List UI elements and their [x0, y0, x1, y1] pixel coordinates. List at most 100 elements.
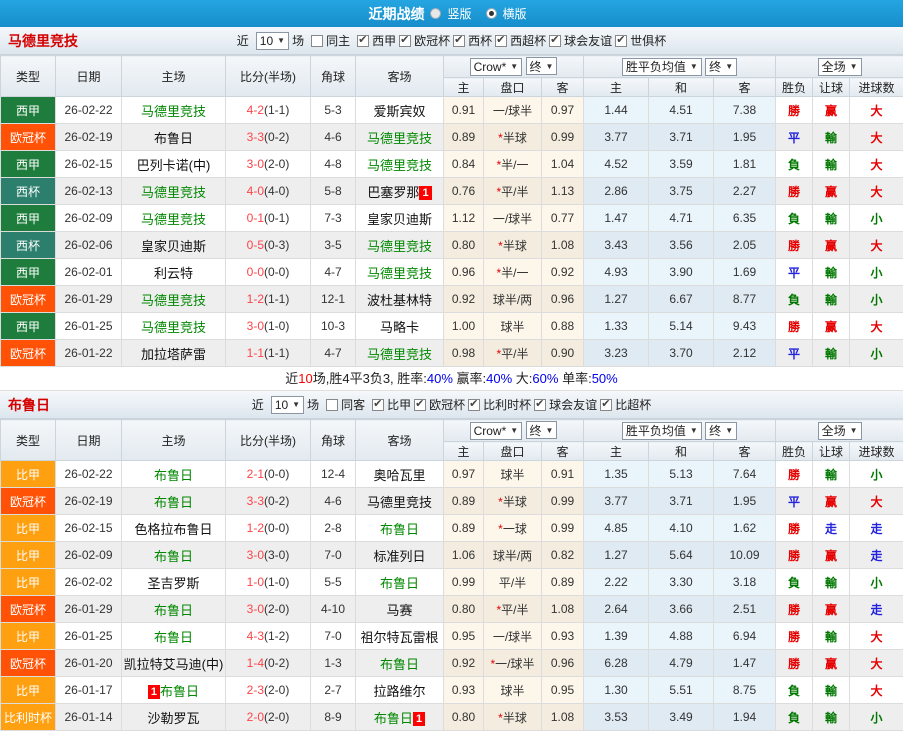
column-header: 主场: [121, 55, 226, 97]
section-bar-brugge: 布鲁日 近10▼场同客比甲欧冠杯比利时杯球会友谊比超杯: [0, 391, 903, 419]
handicap-result-cell: 輸: [812, 676, 851, 704]
scope-select[interactable]: 全场 ▼: [817, 421, 862, 440]
topbar: 近期战绩 竖版 横版: [0, 0, 903, 27]
goals-result-cell: 走: [849, 514, 903, 542]
away-odds-cell: 0.96: [541, 649, 584, 677]
handicap-value: 半/一: [501, 265, 529, 280]
euro-away-odds-cell: 1.47: [712, 649, 777, 677]
column-header: 角球: [310, 419, 356, 461]
section-bar-atletico: 马德里竞技 近10▼场同主西甲欧冠杯西杯西超杯球会友谊世俱杯: [0, 27, 903, 55]
match-date-cell: 26-02-02: [55, 568, 122, 596]
euro-home-odds-cell: 4.85: [583, 514, 649, 542]
euro-stage-select[interactable]: 终 ▼: [705, 57, 738, 76]
match-row: 比甲 26-02-02 圣吉罗斯 1-0(1-0) 5-5 布鲁日 0.99 平/半 0.89 2…: [0, 568, 903, 596]
home-odds-cell: 0.95: [443, 622, 484, 650]
corners-cell: 12-4: [310, 460, 356, 488]
home-team-name: 布鲁日: [153, 494, 193, 510]
home-team-cell: 布鲁日: [121, 460, 226, 488]
full-time-score: 1-4: [246, 656, 264, 670]
match-count-select[interactable]: 10 ▼: [255, 31, 290, 50]
match-row: 欧冠杯 26-01-29 布鲁日 3-0(2-0) 4-10 马赛 0.80 *平/半 1.08…: [0, 595, 903, 623]
euro-draw-odds-cell: 3.56: [648, 231, 714, 259]
league-checkbox[interactable]: [600, 397, 613, 411]
handicap-cell: 球半/两: [483, 285, 542, 313]
league-checkbox[interactable]: [534, 397, 547, 411]
summary-part: 10: [298, 371, 313, 386]
match-count-select[interactable]: 10 ▼: [270, 395, 305, 414]
league-type-cell: 比利时杯: [0, 703, 56, 731]
euro-away-odds-cell: 1.69: [712, 258, 777, 286]
home-team-name: 布鲁日: [160, 683, 200, 699]
vertical-layout-label[interactable]: 竖版: [447, 5, 471, 22]
corners-cell: 10-3: [310, 312, 356, 340]
league-checkbox[interactable]: [468, 397, 481, 411]
near-label: 近: [236, 34, 249, 48]
half-time-score: (0-2): [264, 494, 290, 508]
home-team-cell: 马德里竞技: [121, 285, 226, 313]
home-team-name: 马德里竞技: [140, 211, 206, 227]
euro-stage-select[interactable]: 终 ▼: [705, 421, 738, 440]
match-result-cell: 勝: [775, 622, 814, 650]
home-team-cell: 布鲁日: [121, 541, 226, 569]
euro-odds-select[interactable]: 胜平负均值 ▼: [621, 421, 702, 440]
matches-label: 场: [292, 34, 305, 48]
full-time-score: 1-1: [246, 346, 264, 360]
score-cell: 4-0(4-0): [225, 177, 311, 205]
vertical-layout-radio[interactable]: [430, 8, 442, 19]
half-time-score: (2-0): [264, 683, 290, 697]
handicap-result-cell: 輸: [812, 460, 851, 488]
match-date-cell: 26-02-22: [55, 96, 122, 124]
league-checkbox[interactable]: [399, 33, 412, 47]
same-venue-checkbox[interactable]: [326, 398, 339, 411]
handicap-cell: 一/球半: [483, 204, 542, 232]
league-checkbox-label: 西杯: [468, 34, 493, 48]
league-type-cell: 比甲: [0, 541, 56, 569]
select-value: 全场: [821, 424, 846, 438]
league-checkbox[interactable]: [372, 397, 385, 411]
full-time-score: 2-1: [246, 467, 264, 481]
home-odds-cell: 0.80: [443, 703, 484, 731]
away-team-name: 波杜基林特: [366, 292, 432, 308]
sub-column-header: 胜负: [775, 77, 814, 97]
horizontal-layout-radio[interactable]: [485, 8, 497, 19]
league-type-cell: 比甲: [0, 514, 56, 542]
league-checkbox[interactable]: [615, 33, 628, 47]
league-checkbox[interactable]: [495, 33, 508, 47]
away-team-cell: 马德里竞技: [355, 150, 444, 178]
euro-away-odds-cell: 8.77: [712, 285, 777, 313]
odds-stage-select[interactable]: 终 ▼: [525, 421, 558, 440]
away-team-cell: 布鲁日: [355, 568, 444, 596]
scope-select[interactable]: 全场 ▼: [817, 57, 862, 76]
handicap-cell: *半球: [483, 487, 542, 515]
away-team-cell: 马赛: [355, 595, 444, 623]
corners-cell: 7-0: [310, 622, 356, 650]
same-venue-checkbox[interactable]: [311, 34, 324, 47]
euro-odds-select[interactable]: 胜平负均值 ▼: [621, 57, 702, 76]
match-result-cell: 負: [775, 676, 814, 704]
league-type-cell: 比甲: [0, 622, 56, 650]
league-checkbox[interactable]: [549, 33, 562, 47]
odds-provider-select[interactable]: Crow* ▼: [469, 57, 523, 76]
handicap-result-cell: 輸: [812, 150, 851, 178]
euro-home-odds-cell: 4.52: [583, 150, 649, 178]
euro-odds-header: 胜平负均值 ▼ 终 ▼: [582, 55, 777, 78]
euro-away-odds-cell: 1.81: [712, 150, 777, 178]
euro-draw-odds-cell: 3.30: [648, 568, 714, 596]
handicap-cell: *半球: [483, 231, 542, 259]
horizontal-layout-label[interactable]: 横版: [503, 5, 527, 22]
score-cell: 2-1(0-0): [225, 460, 311, 488]
handicap-value: 球半/两: [492, 548, 533, 563]
euro-draw-odds-cell: 3.90: [648, 258, 714, 286]
home-odds-cell: 0.96: [443, 258, 484, 286]
odds-stage-select[interactable]: 终 ▼: [525, 57, 558, 76]
league-checkbox[interactable]: [357, 33, 370, 47]
home-team-cell: 布鲁日: [121, 622, 226, 650]
home-team-cell: 1 布鲁日: [121, 676, 226, 704]
odds-provider-select[interactable]: Crow* ▼: [469, 421, 523, 440]
euro-home-odds-cell: 1.47: [583, 204, 649, 232]
league-checkbox[interactable]: [453, 33, 466, 47]
euro-draw-odds-cell: 3.75: [648, 177, 714, 205]
league-checkbox[interactable]: [414, 397, 427, 411]
home-team-name: 马德里竞技: [140, 292, 206, 308]
euro-home-odds-cell: 3.43: [583, 231, 649, 259]
